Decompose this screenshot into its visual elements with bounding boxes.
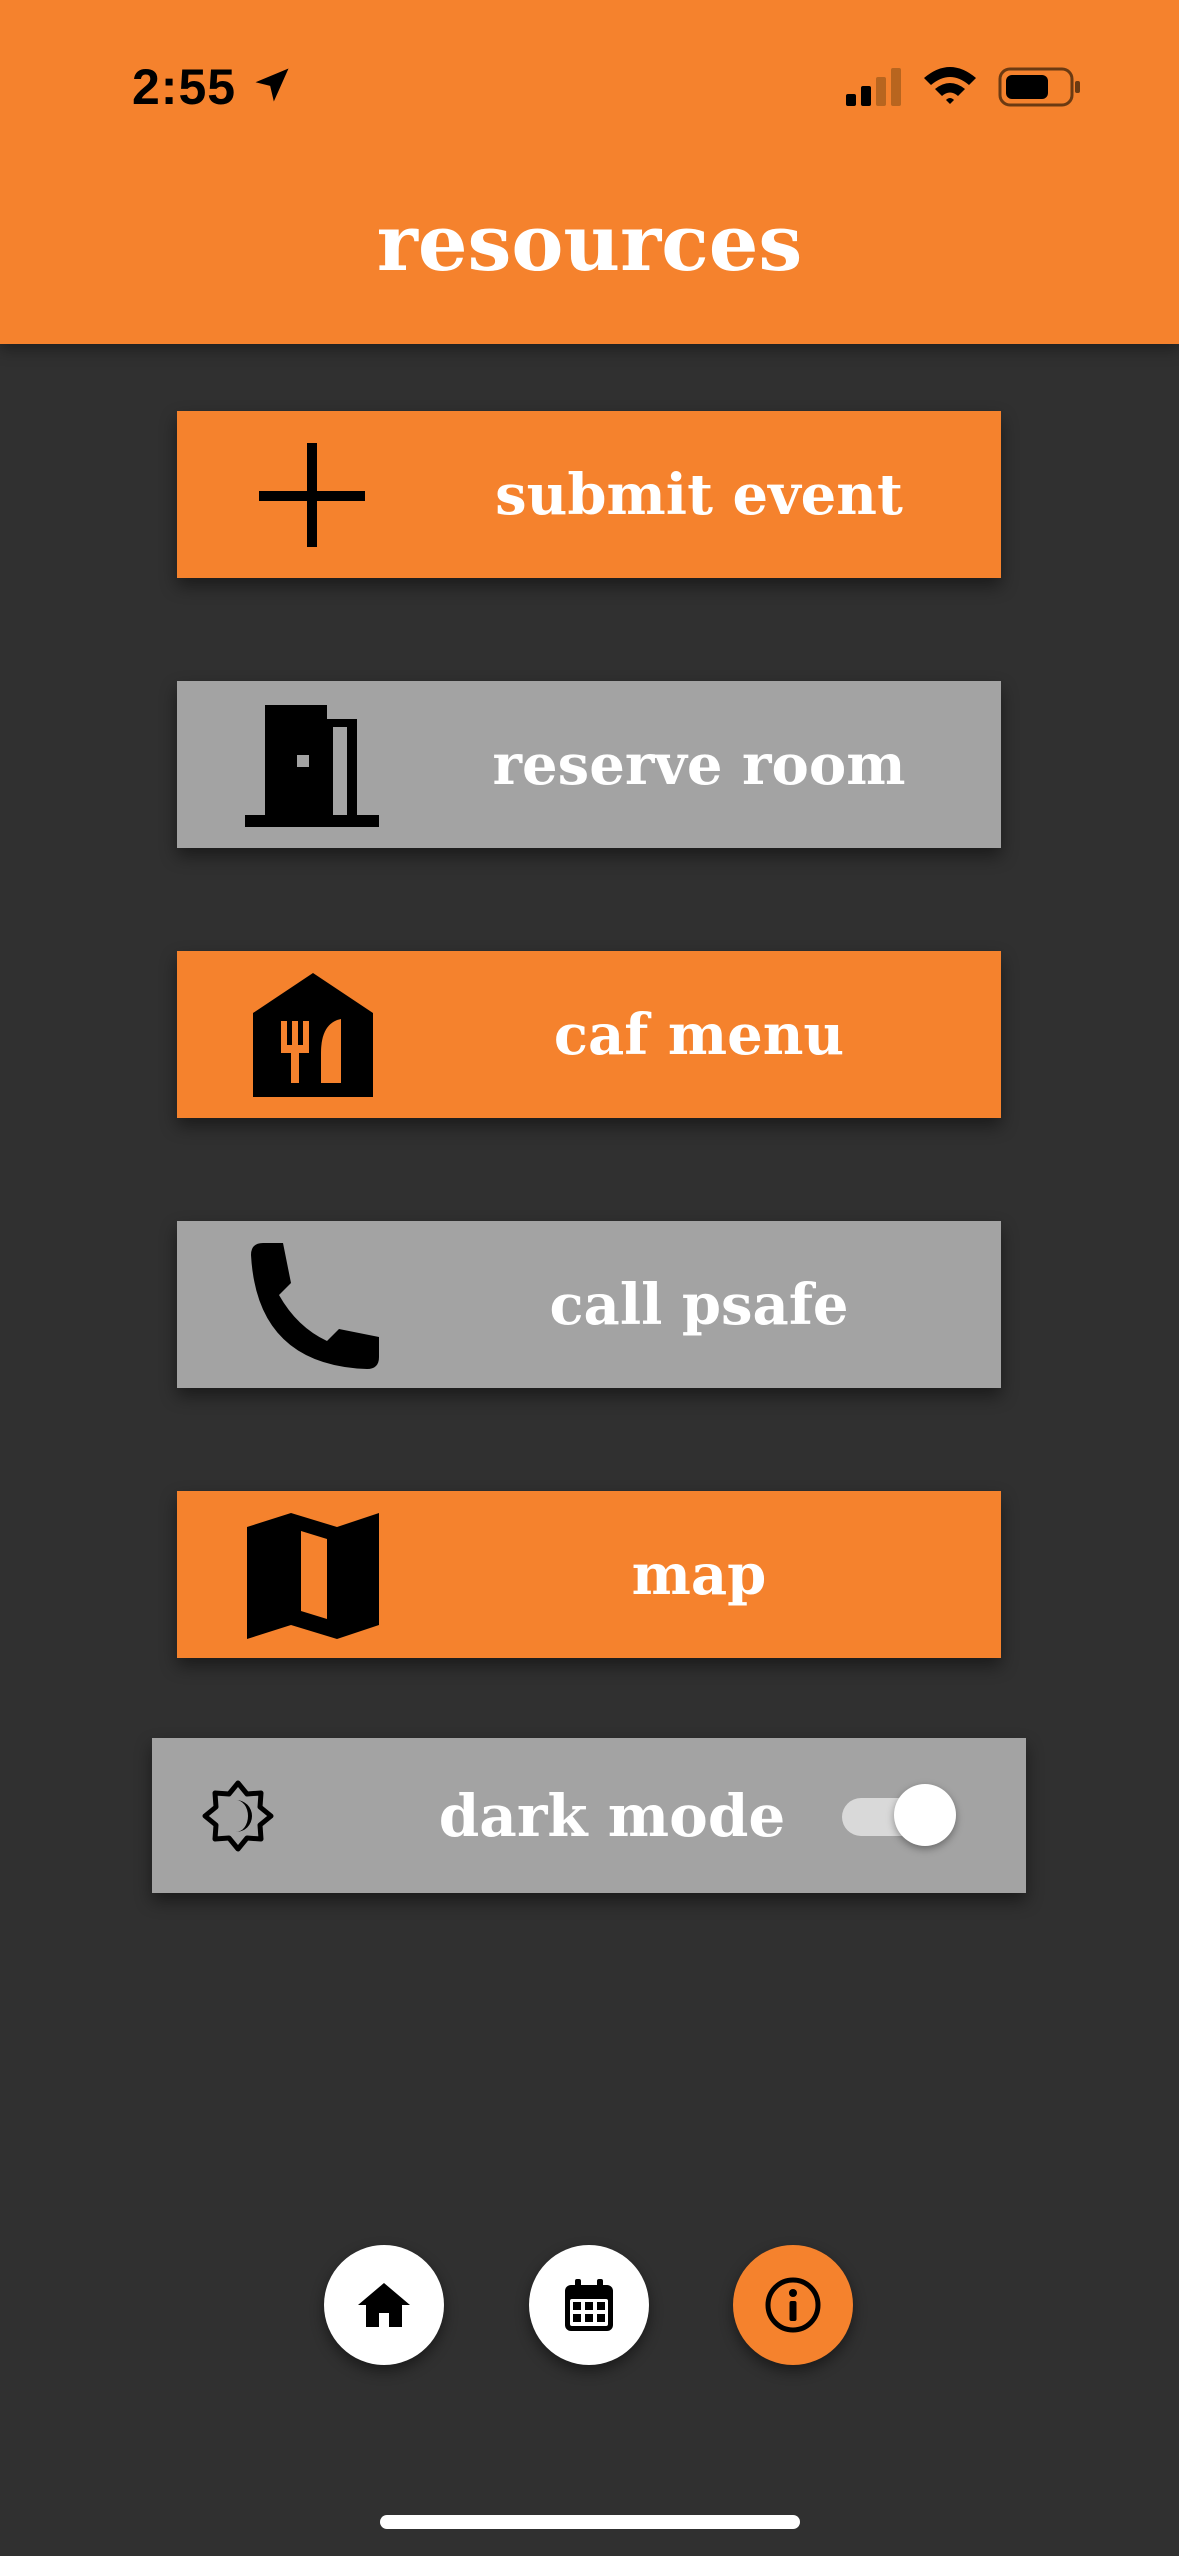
dark-mode-label: dark mode	[438, 1781, 786, 1850]
door-icon	[245, 705, 379, 827]
phone-icon	[251, 1243, 379, 1369]
page-title: resources	[376, 198, 803, 289]
nav-home-button[interactable]	[324, 2245, 444, 2365]
call-psafe-button[interactable]: call psafe	[177, 1221, 1001, 1388]
home-icon	[358, 2283, 410, 2327]
plus-icon	[259, 443, 365, 547]
nav-info-button[interactable]	[733, 2245, 853, 2365]
info-icon	[765, 2277, 821, 2333]
status-time: 2:55	[132, 59, 237, 115]
brightness-moon-icon	[202, 1780, 274, 1852]
calendar-icon	[565, 2279, 613, 2331]
location-arrow-icon	[255, 68, 289, 102]
map-label: map	[631, 1541, 767, 1608]
wifi-icon	[924, 67, 976, 104]
nav-calendar-button[interactable]	[529, 2245, 649, 2365]
map-button[interactable]: map	[177, 1491, 1001, 1658]
caf-menu-label: caf menu	[553, 1001, 845, 1068]
dark-mode-row: dark mode	[152, 1738, 1026, 1893]
reserve-room-label: reserve room	[492, 731, 906, 798]
caf-menu-button[interactable]: caf menu	[177, 951, 1001, 1118]
call-psafe-label: call psafe	[549, 1271, 849, 1338]
submit-event-button[interactable]: submit event	[177, 411, 1001, 578]
reserve-room-button[interactable]: reserve room	[177, 681, 1001, 848]
toggle-knob	[894, 1784, 956, 1846]
map-icon	[247, 1513, 379, 1639]
cellular-signal-icon	[846, 68, 901, 106]
dark-mode-toggle[interactable]	[842, 1784, 962, 1848]
restaurant-icon	[253, 973, 373, 1097]
submit-event-label: submit event	[495, 461, 903, 528]
battery-icon	[998, 67, 1080, 107]
home-indicator[interactable]	[380, 2515, 800, 2529]
app-header: 2:55 resources	[0, 0, 1179, 344]
